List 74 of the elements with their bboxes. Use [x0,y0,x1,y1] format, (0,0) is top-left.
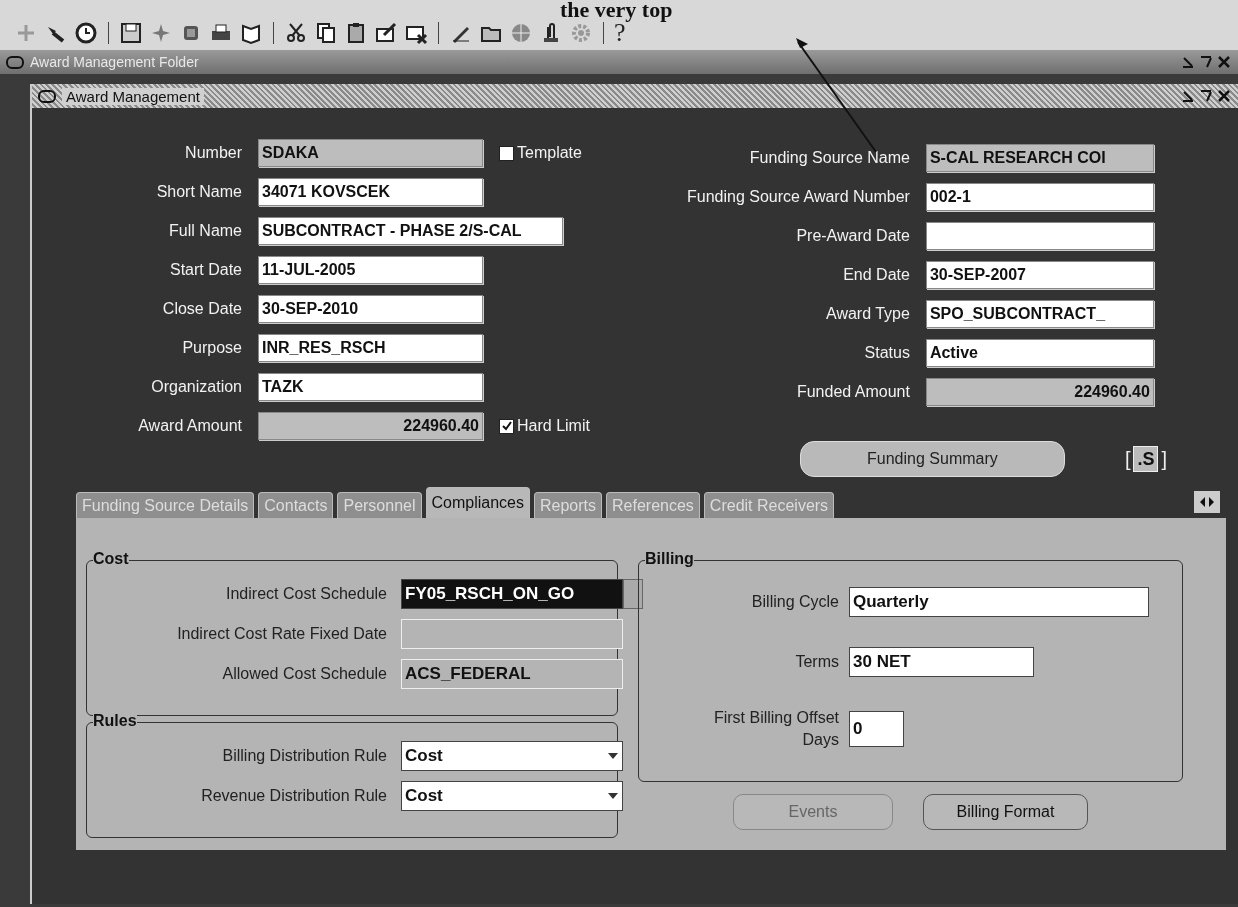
field-label: End Date [842,266,910,284]
funding-summary-button[interactable]: Funding Summary [799,441,1065,477]
input-field[interactable]: Quarterly [849,587,1149,617]
input-field[interactable]: INR_RES_RSCH [258,334,483,362]
field-label: Funding Source Award Number [685,188,910,206]
input-field[interactable]: 224960.40 [925,378,1154,406]
help-button[interactable]: ? [614,18,626,48]
copy-icon[interactable] [314,21,338,45]
checkbox[interactable]: Template [499,144,590,162]
field-label: Terms [794,652,839,672]
input-field[interactable]: SDAKA [258,139,483,167]
scissors-icon[interactable] [284,21,308,45]
dropdown-arrow-icon[interactable] [607,791,619,801]
field-label: Award Amount [137,417,242,435]
checkbox[interactable]: Hard Limit [499,417,590,435]
side-button[interactable]: .S [1133,446,1159,472]
field-label: Billing Distribution Rule [221,747,387,765]
field-label: Close Date [161,300,242,318]
group-title: Billing [645,550,694,568]
field-label: Funded Amount [795,383,910,401]
input-field[interactable]: 224960.40 [258,412,483,440]
clock-icon[interactable] [74,21,98,45]
input-field[interactable]: 30-SEP-2007 [925,261,1154,289]
field-label: Indirect Cost Rate Fixed Date [176,625,387,643]
window-icon [38,89,56,103]
field-label: Purpose [181,339,242,357]
maximize-icon[interactable] [1198,88,1214,104]
input-field[interactable]: S-CAL RESEARCH COI [925,144,1154,172]
input-field[interactable]: 30 NET [849,647,1034,677]
input-field[interactable]: 30-SEP-2010 [258,295,483,323]
field-label: Number [184,144,242,162]
field-label: Organization [150,378,242,396]
input-field[interactable]: SPO_SUBCONTRACT_ [925,300,1154,328]
close-icon[interactable] [1216,54,1232,70]
field-label: Indirect Cost Schedule [225,585,387,603]
input-field[interactable]: Active [925,339,1154,367]
bracket-text: [ [1124,447,1131,471]
field-label: Status [863,344,910,362]
window-title: Award Management Folder [30,54,199,70]
window-icon [6,55,24,69]
bracket-text: ] [1161,447,1168,471]
field-label: Full Name [168,222,242,240]
dropdown-arrow-icon[interactable] [607,751,619,761]
input-field[interactable]: 34071 KOVSCEK [258,178,483,206]
field-label: Revenue Distribution Rule [200,787,387,805]
dropdown[interactable]: Cost [401,741,623,771]
edit-icon[interactable] [374,21,398,45]
minimize-icon[interactable] [1180,54,1196,70]
input-field[interactable]: 0 [849,711,904,747]
field-label: First Billing Offset Days [712,708,839,750]
field-label: Short Name [155,183,242,201]
field-label: Start Date [168,261,242,279]
field-label: Award Type [825,305,910,323]
window-title: Award Management [62,87,204,105]
check-icon [500,420,513,432]
dropdown[interactable]: Cost [401,781,623,811]
field-label: Billing Cycle [750,592,839,612]
input-field[interactable]: 002-1 [925,183,1154,211]
tab[interactable]: Compliances [425,487,530,518]
tab-scroll-icon[interactable] [1194,491,1220,513]
action-button[interactable]: Billing Format [923,794,1088,830]
field-label: Allowed Cost Schedule [221,665,387,683]
list-button[interactable] [623,579,643,609]
input-field[interactable]: TAZK [258,373,483,401]
field-label: Pre-Award Date [795,227,910,245]
input-field[interactable] [925,222,1154,250]
input-field[interactable]: FY05_RSCH_ON_GO [401,579,623,609]
input-field[interactable]: 11-JUL-2005 [258,256,483,284]
minimize-icon[interactable] [1180,88,1196,104]
input-field[interactable]: SUBCONTRACT - PHASE 2/S-CAL [258,217,563,245]
close-icon[interactable] [1216,88,1232,104]
field-label: Funding Source Name [748,149,910,167]
maximize-icon[interactable] [1198,54,1214,70]
input-field[interactable]: ACS_FEDERAL [401,659,623,689]
